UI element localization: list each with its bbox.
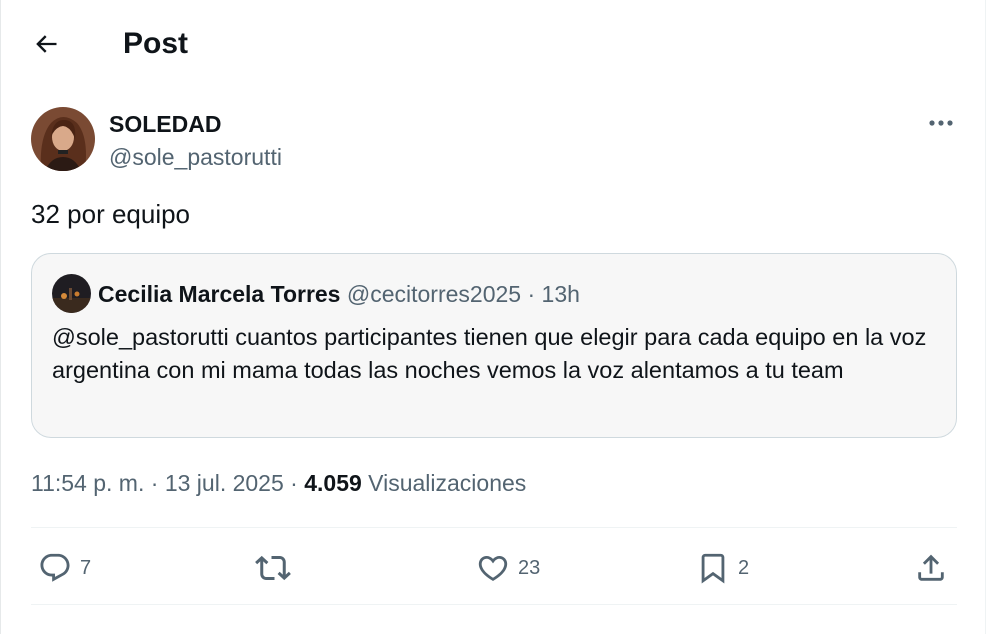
post-text: 32 por equipo <box>31 199 191 229</box>
page-title: Post <box>123 27 189 60</box>
back-button[interactable] <box>26 24 66 64</box>
page-header: Post <box>0 0 985 88</box>
post-date[interactable]: 13 jul. 2025 <box>165 470 284 496</box>
quoted-text: @sole_pastorutti cuantos participantes t… <box>52 324 927 383</box>
more-options-button[interactable] <box>920 106 962 140</box>
like-count: 23 <box>518 556 541 579</box>
quoted-separator: · <box>527 281 536 307</box>
views-label: Visualizaciones <box>368 470 527 496</box>
quoted-display-name[interactable]: Cecilia Marcela Torres <box>98 281 340 307</box>
reply-icon <box>40 553 70 582</box>
views-count: 4.059 <box>304 470 362 496</box>
quoted-post-card[interactable]: Cecilia Marcela Torres @cecitorres2025 ·… <box>31 253 957 438</box>
like-button[interactable]: 23 <box>476 540 540 596</box>
action-bar: 7 23 2 <box>31 540 957 596</box>
frame-right-border <box>985 0 986 634</box>
reply-button[interactable]: 7 <box>38 540 91 596</box>
repost-button[interactable] <box>255 540 299 596</box>
post-time[interactable]: 11:54 p. m. <box>31 470 144 496</box>
repost-icon <box>255 555 291 581</box>
author-handle[interactable]: @sole_pastorutti <box>109 143 282 171</box>
bookmark-count: 2 <box>738 556 750 579</box>
quoted-handle[interactable]: @cecitorres2025 <box>347 281 521 307</box>
heart-icon <box>478 555 508 581</box>
meta-separator: · <box>290 470 298 496</box>
quoted-avatar[interactable] <box>52 274 91 313</box>
share-icon <box>918 554 944 581</box>
quoted-header: Cecilia Marcela Torres @cecitorres2025 ·… <box>98 280 580 308</box>
bookmark-icon <box>701 553 725 584</box>
author-display-name[interactable]: SOLEDAD <box>109 110 221 138</box>
avatar[interactable] <box>31 107 95 171</box>
share-button[interactable] <box>914 540 948 596</box>
post-meta-row: 11:54 p. m. · 13 jul. 2025 · 4.059 Visua… <box>31 467 526 499</box>
meta-separator: · <box>150 470 159 496</box>
frame-left-border <box>0 0 1 634</box>
quoted-age[interactable]: 13h <box>542 281 580 307</box>
more-horizontal-icon <box>929 120 953 126</box>
divider <box>31 604 957 605</box>
divider <box>31 527 957 528</box>
bookmark-button[interactable]: 2 <box>696 540 749 596</box>
reply-count: 7 <box>80 556 92 579</box>
arrow-left-icon <box>36 35 57 53</box>
